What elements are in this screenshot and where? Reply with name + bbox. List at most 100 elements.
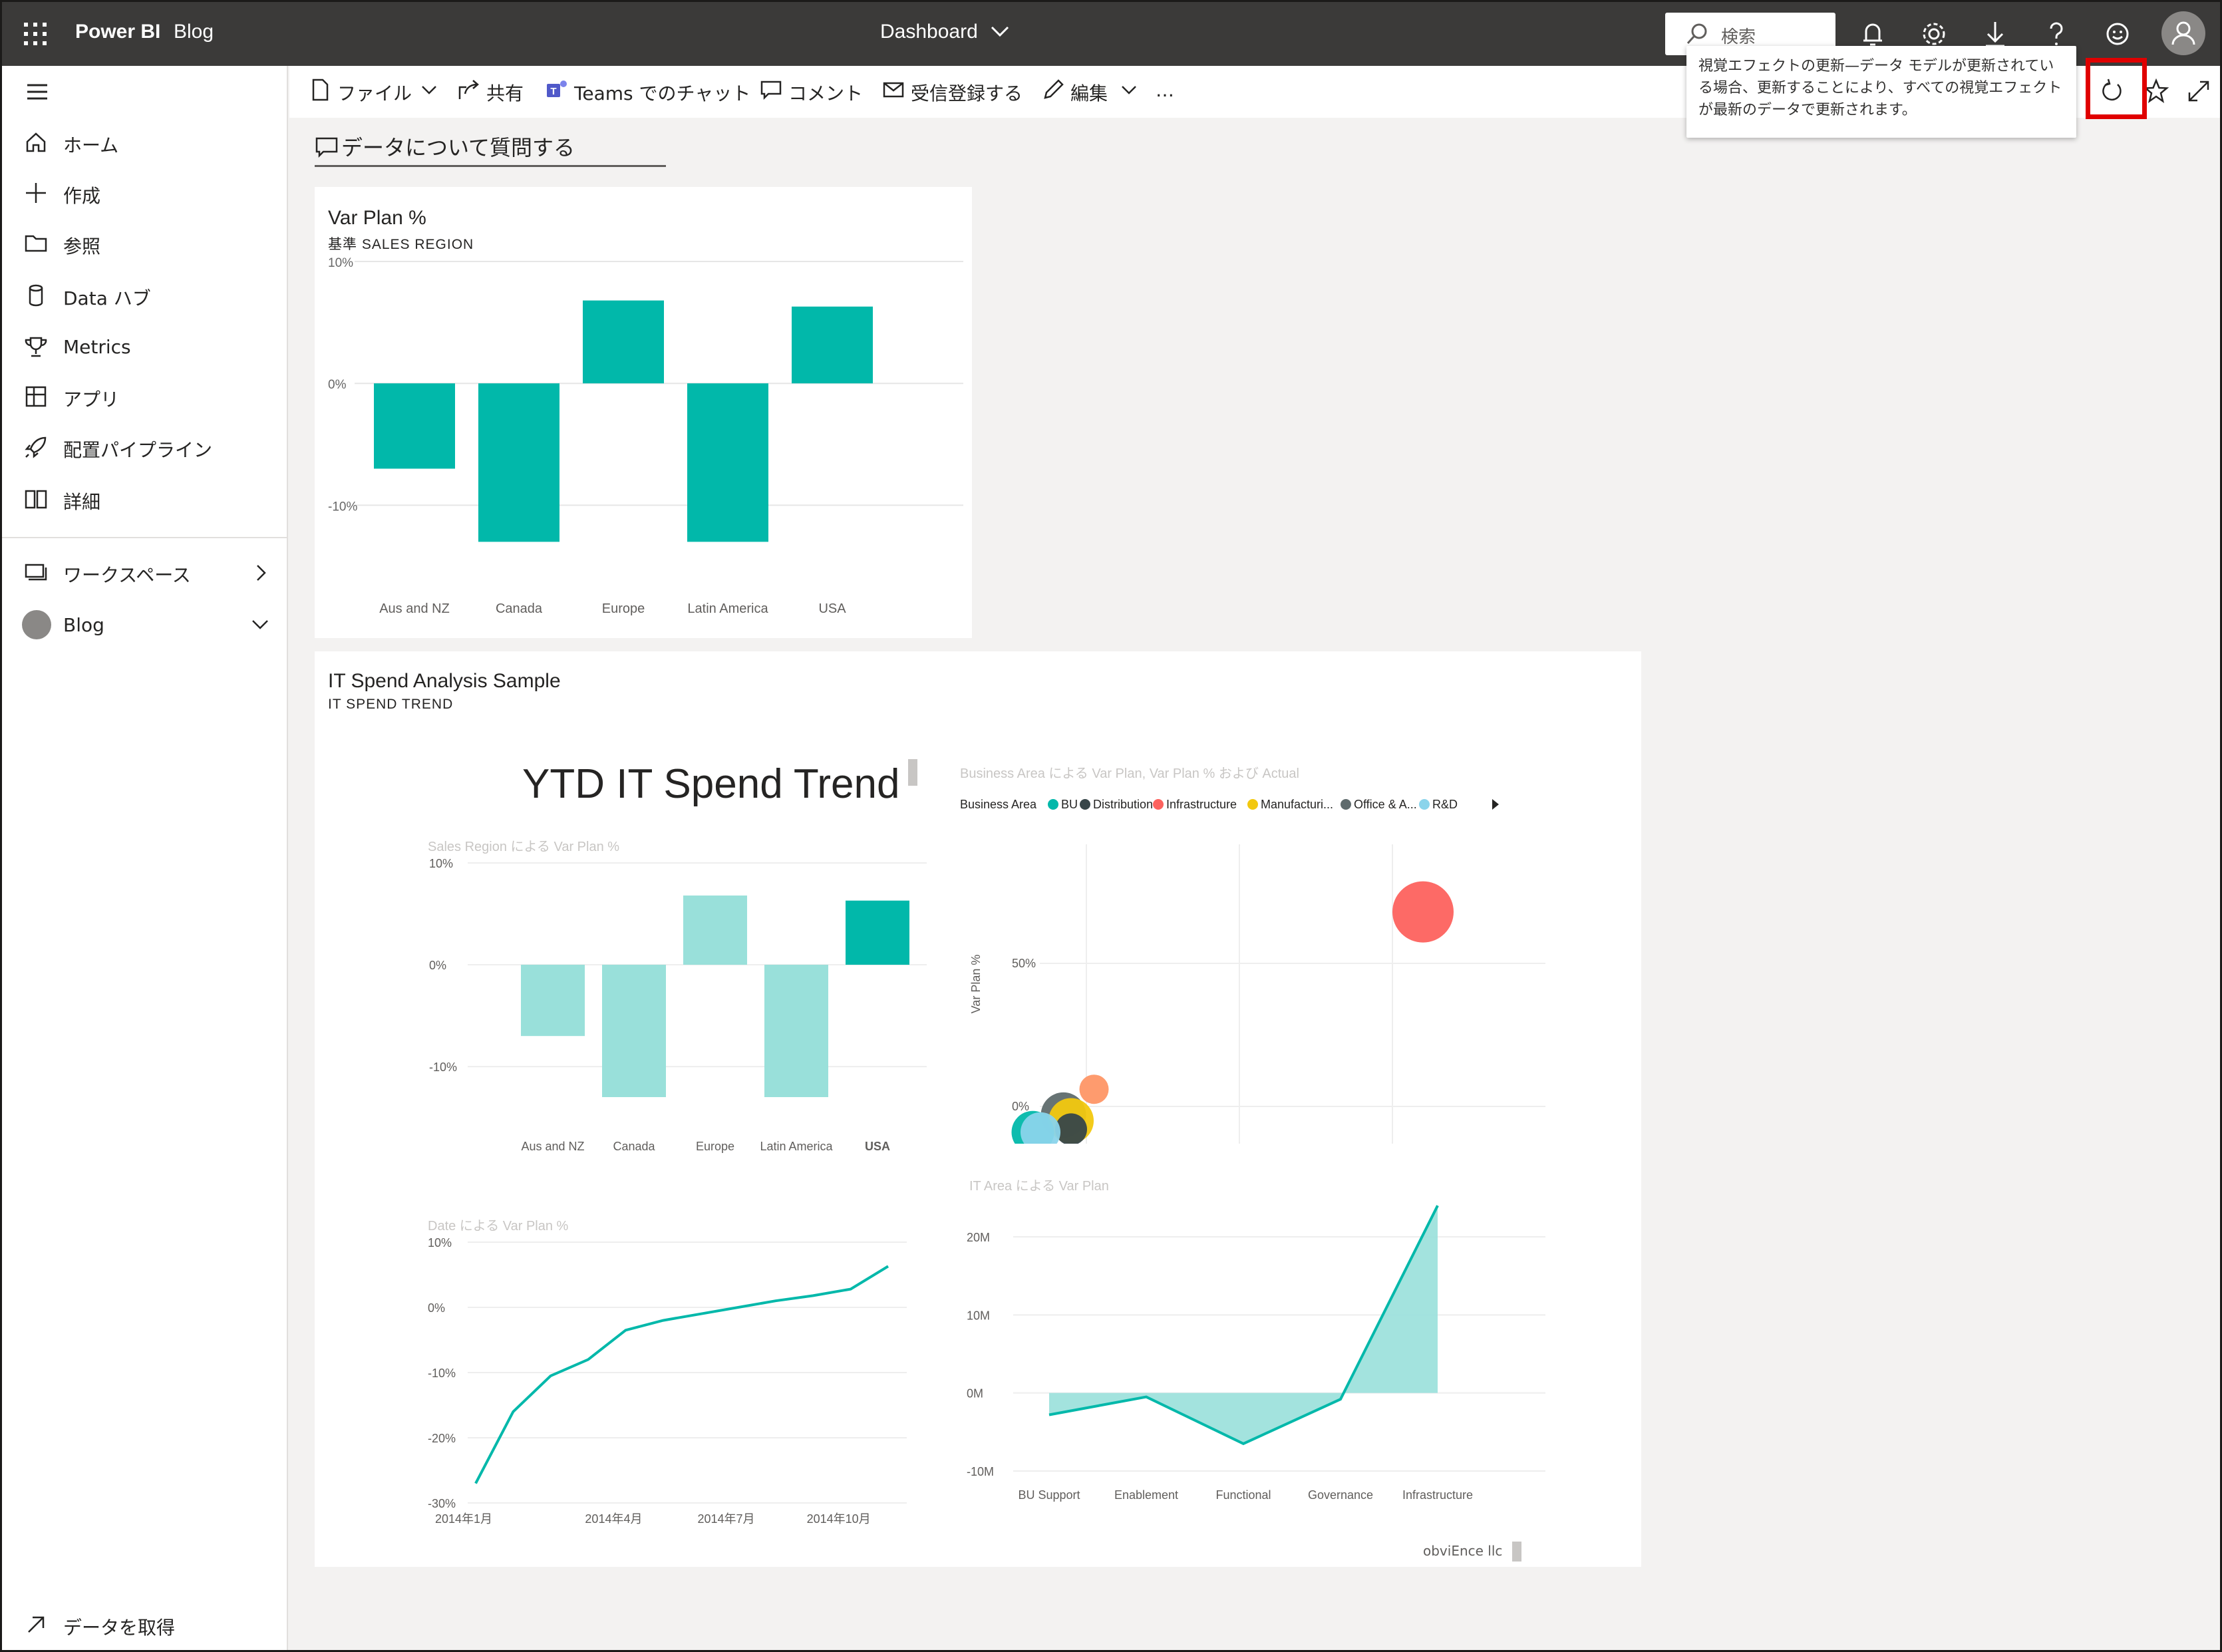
sidebar-item-blog[interactable]: Blog	[2, 602, 288, 649]
chart-title: Date による Var Plan %	[428, 1219, 569, 1234]
subscribe-label: 受信登録する	[911, 83, 1023, 104]
bar	[478, 383, 559, 542]
y-tick-label: 0%	[428, 1301, 445, 1315]
legend-label: Office & A...	[1354, 798, 1417, 811]
workspace-breadcrumb[interactable]: Blog	[174, 21, 214, 43]
legend-label: BU	[1061, 798, 1078, 811]
search-placeholder: 検索	[1721, 27, 1756, 47]
database-icon	[29, 284, 43, 307]
x-tick-label: Governance	[1308, 1488, 1373, 1502]
more-options-label: …	[1156, 79, 1174, 101]
sidebar-item-home[interactable]: ホーム	[2, 119, 288, 166]
sidebar-item-data-hub[interactable]: Data ハブ	[2, 272, 288, 319]
chevron-down-icon	[991, 26, 1009, 37]
y-tick-label: 10M	[967, 1309, 990, 1322]
sales-region-bar-chart: Sales Region による Var Plan % 10% 0% -10% Aus …	[428, 840, 927, 1153]
avatar[interactable]	[2161, 11, 2205, 55]
x-tick-label: 2014年4月	[585, 1512, 642, 1526]
sidebar-item-label: ホーム	[63, 134, 119, 156]
legend-marker	[1048, 799, 1058, 810]
sidebar-item-create[interactable]: 作成	[2, 170, 288, 216]
tile-it-spend[interactable]: IT Spend Analysis Sample IT SPEND TREND …	[315, 651, 1641, 1567]
x-tick-label: Europe	[696, 1140, 734, 1153]
legend-marker	[1247, 799, 1258, 810]
y-tick-label: -10M	[967, 1465, 994, 1478]
feedback-smiley-icon[interactable]	[2100, 17, 2135, 51]
bar	[374, 383, 455, 469]
sidebar-item-label: アプリ	[63, 389, 120, 411]
file-menu-label: ファイル	[337, 83, 412, 104]
sidebar: ホーム 作成 参照 Data ハブ Metrics アプリ 配置パイプライン 詳…	[2, 66, 288, 1650]
legend-label: R&D	[1432, 798, 1458, 811]
get-data-link[interactable]: データを取得	[2, 1601, 288, 1648]
x-tick-label: Aus and NZ	[379, 601, 450, 616]
bar	[792, 306, 873, 384]
apps-icon	[25, 386, 47, 407]
footer-credit: obviEnce llc	[1423, 1543, 1503, 1559]
x-tick-label: Functional	[1215, 1488, 1271, 1502]
document-icon	[312, 79, 329, 101]
qa-input[interactable]: データについて質問する	[315, 126, 666, 167]
scroll-indicator	[908, 759, 917, 786]
app-launcher-icon[interactable]	[22, 21, 49, 47]
y-tick-label: -30%	[428, 1497, 456, 1510]
legend-title: Business Area	[960, 798, 1037, 811]
scatter-point	[1079, 1074, 1109, 1104]
trophy-icon	[25, 337, 47, 357]
y-tick-label: 20M	[967, 1231, 990, 1244]
refresh-tooltip: 視覚エフェクトの更新—データ モデルが更新されている場合、更新することにより、す…	[1686, 46, 2076, 138]
x-tick-label: BU Support	[1018, 1488, 1080, 1502]
bar	[687, 383, 768, 542]
edit-menu[interactable]: 編集	[1041, 77, 1141, 106]
x-tick-label: 2014年7月	[698, 1512, 755, 1526]
sidebar-item-label: 配置パイプライン	[63, 439, 213, 461]
y-tick-label: -10%	[328, 500, 357, 514]
sidebar-item-learn[interactable]: 詳細	[2, 476, 288, 522]
chart-title: Business Area による Var Plan, Var Plan % お…	[960, 766, 1299, 781]
var-plan-bar-chart: 10% 0% -10% Aus and NZ Canada Europe Latin Ame…	[328, 256, 963, 616]
sidebar-item-pipelines[interactable]: 配置パイプライン	[2, 424, 288, 470]
share-button[interactable]: 共有	[457, 77, 530, 106]
legend-marker	[1153, 799, 1164, 810]
y-tick-label: 10%	[328, 256, 353, 270]
subscribe-button[interactable]: 受信登録する	[881, 77, 1034, 106]
search-icon	[1686, 23, 1707, 45]
hamburger-menu-icon[interactable]	[26, 82, 49, 102]
tile-subtitle: IT SPEND TREND	[328, 697, 454, 712]
tile-var-plan[interactable]: Var Plan % 基準 SALES REGION 10% 0% -10% Aus …	[315, 187, 972, 638]
chart-title: IT Area による Var Plan	[969, 1179, 1109, 1194]
x-tick-label: USA	[818, 601, 846, 616]
sidebar-item-label: ワークスペース	[63, 564, 191, 586]
x-tick-label: 2014年1月	[435, 1512, 492, 1526]
teams-chat-button[interactable]: T Teams でのチャット	[545, 77, 750, 106]
y-tick-label: 0%	[1012, 1100, 1029, 1113]
favorite-star-icon[interactable]	[2143, 78, 2169, 104]
bar	[602, 965, 666, 1097]
plus-icon	[26, 183, 46, 203]
sidebar-item-metrics[interactable]: Metrics	[2, 324, 288, 371]
bar	[764, 965, 828, 1097]
comment-button[interactable]: コメント	[759, 77, 872, 106]
folder-icon	[25, 235, 47, 252]
x-tick-label: Latin America	[687, 601, 768, 616]
more-options-button[interactable]: …	[1156, 77, 1182, 106]
dashboard-menu[interactable]: Dashboard	[880, 21, 1010, 43]
scatter-point	[1392, 881, 1454, 943]
share-icon	[458, 80, 479, 99]
scroll-indicator	[1512, 1542, 1521, 1562]
y-tick-label: 10%	[429, 857, 453, 870]
sidebar-item-workspaces[interactable]: ワークスペース	[2, 549, 288, 595]
arrow-up-right-icon	[28, 1616, 45, 1633]
sidebar-item-label: Blog	[63, 614, 104, 636]
file-menu[interactable]: ファイル	[308, 77, 441, 106]
chevron-right-icon	[257, 565, 266, 581]
tile-title: Var Plan %	[328, 207, 426, 229]
fullscreen-icon[interactable]	[2185, 78, 2212, 104]
x-tick-label: Canada	[496, 601, 543, 616]
bar	[583, 300, 664, 384]
chevron-down-icon	[422, 86, 436, 94]
brand-name[interactable]: Power BI	[75, 21, 160, 43]
sidebar-item-browse[interactable]: 参照	[2, 220, 288, 267]
y-tick-label: -20%	[428, 1432, 456, 1445]
sidebar-item-apps[interactable]: アプリ	[2, 373, 288, 420]
